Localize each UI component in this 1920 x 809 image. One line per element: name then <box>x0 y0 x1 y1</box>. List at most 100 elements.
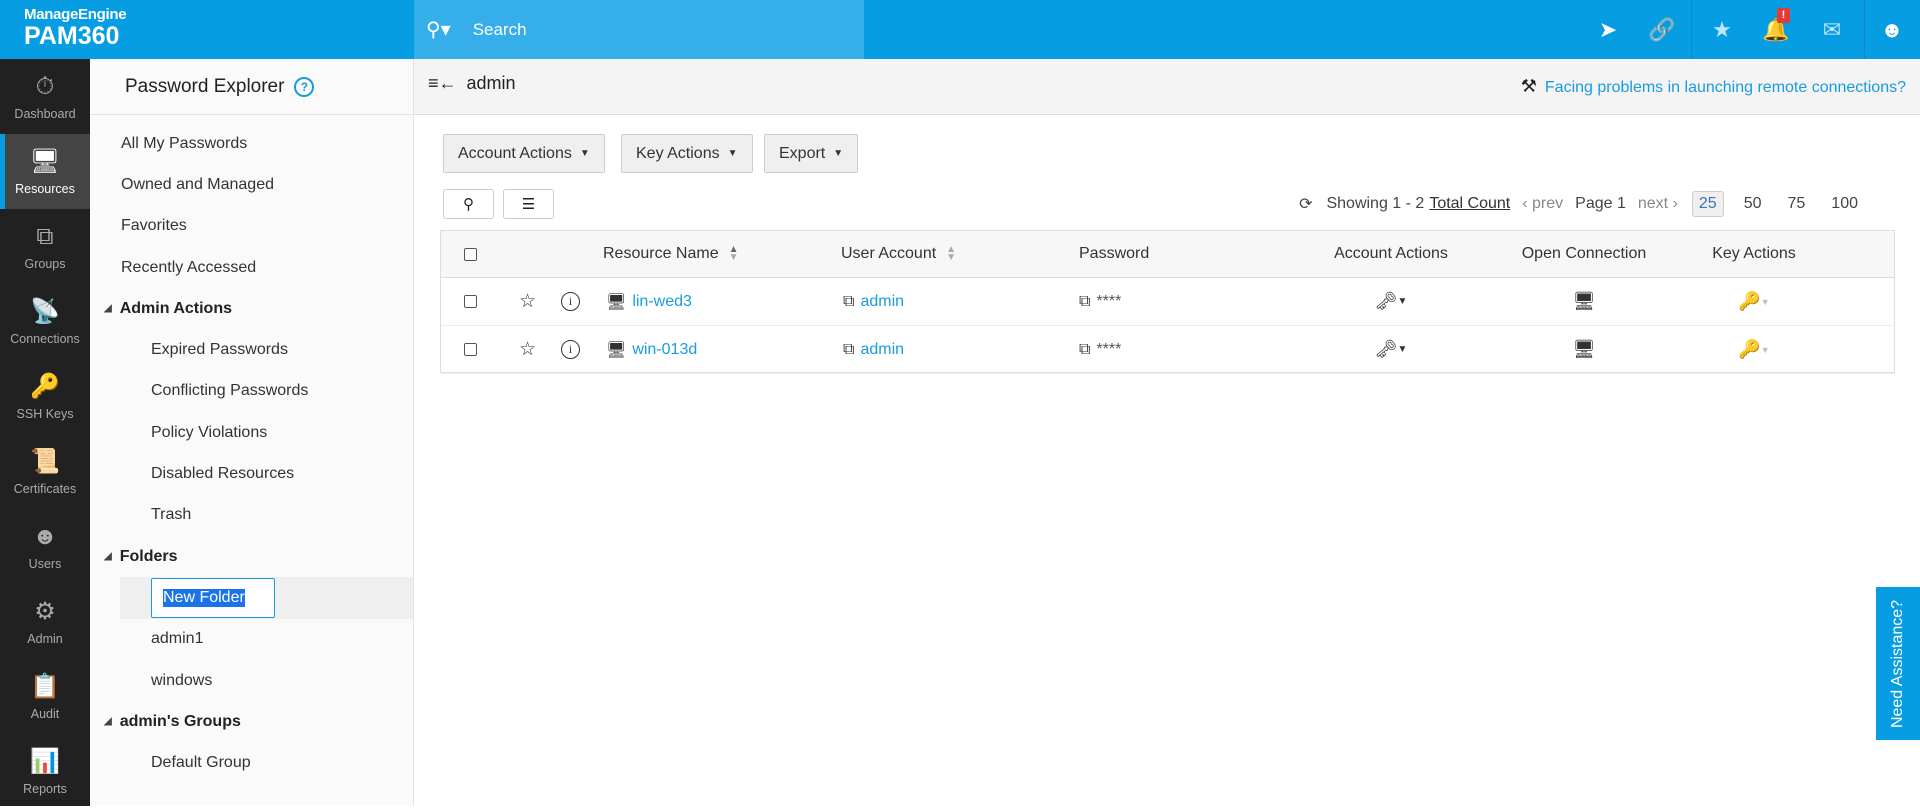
group-default[interactable]: Default Group <box>90 742 413 783</box>
nav-item-groups[interactable]: ⧉ Groups <box>0 209 90 284</box>
explorer-item-recent[interactable]: Recently Accessed <box>90 247 413 288</box>
col-account-actions: Account Actions <box>1334 245 1448 262</box>
column-chooser-button[interactable]: ☰ <box>503 189 554 219</box>
collapse-panel-icon[interactable]: ≡← <box>428 73 457 93</box>
nav-label: Connections <box>10 331 80 346</box>
folder-windows[interactable]: windows <box>90 660 413 701</box>
nav-item-connections[interactable]: 📡 Connections <box>0 284 90 359</box>
account-actions-keys-icon[interactable]: 🗝 ▼ <box>1291 278 1491 325</box>
gear-icon: ⚙ <box>34 597 56 625</box>
search-bar[interactable]: ⚲▾ Search <box>414 0 864 59</box>
monitor-icon: 🖥 <box>606 293 627 311</box>
user-menu-icon[interactable]: ☻ <box>1866 0 1918 59</box>
rocket-icon[interactable]: ➤ <box>1582 0 1634 59</box>
help-link-text[interactable]: Facing problems in launching remote conn… <box>1545 79 1906 96</box>
bar-chart-icon: 📊 <box>30 747 60 775</box>
group-admin-actions[interactable]: ◢ Admin Actions <box>90 288 413 329</box>
sort-icon[interactable]: ▲ ▼ <box>946 245 956 263</box>
tools-icon: ⚒ <box>1520 76 1537 96</box>
info-icon[interactable]: i <box>561 292 580 311</box>
caret-down-icon: ▼ <box>833 148 844 159</box>
refresh-icon[interactable]: ⟳ <box>1299 194 1312 214</box>
new-folder-input[interactable]: New Folder <box>151 577 275 618</box>
page-size-25[interactable]: 25 <box>1691 191 1724 217</box>
group-admins-groups[interactable]: ◢ admin's Groups <box>90 701 413 742</box>
sort-icon[interactable]: ▲ ▼ <box>729 245 739 263</box>
column-label: Resource Name <box>603 245 719 262</box>
search-icon[interactable]: ⚲▾ <box>426 17 451 42</box>
explorer-item-disabled[interactable]: Disabled Resources <box>90 453 413 494</box>
favorite-star-icon[interactable]: ☆ <box>519 278 536 325</box>
explorer-item-all[interactable]: All My Passwords <box>90 123 413 164</box>
export-button[interactable]: Export ▼ <box>764 134 859 173</box>
account-actions-keys-icon[interactable]: 🗝 ▼ <box>1291 326 1491 373</box>
nav-item-certificates[interactable]: 📜 Certificates <box>0 434 90 509</box>
explorer-title: Password Explorer <box>125 75 285 97</box>
collapse-icon[interactable]: ◢ <box>104 303 112 314</box>
resource-link[interactable]: win-013d <box>632 341 697 359</box>
bell-icon[interactable]: 🔔! <box>1750 0 1802 59</box>
folder-admin1[interactable]: admin1 <box>90 619 413 660</box>
page-size-50[interactable]: 50 <box>1738 192 1768 216</box>
total-count-link[interactable]: Total Count <box>1429 195 1510 213</box>
password-explorer: Password Explorer? All My Passwords Owne… <box>90 59 414 806</box>
page-size-75[interactable]: 75 <box>1782 192 1812 216</box>
main-nav: ⏱ Dashboard 🖥 Resources ⧉ Groups 📡 Connections 🔑… <box>0 59 90 806</box>
mail-icon[interactable]: ✉ <box>1806 0 1858 59</box>
selected-text: New Folder <box>163 588 245 607</box>
row-checkbox[interactable] <box>464 343 477 356</box>
nav-item-audit[interactable]: 📋 Audit <box>0 659 90 734</box>
password-masked[interactable]: **** <box>1096 293 1121 311</box>
nav-item-dashboard[interactable]: ⏱ Dashboard <box>0 59 90 134</box>
copy-icon[interactable]: ⧉ <box>1079 341 1090 359</box>
next-button[interactable]: next › <box>1638 195 1678 213</box>
user-icon: ☻ <box>32 522 58 550</box>
prev-button[interactable]: ‹ prev <box>1522 195 1563 213</box>
page-number: Page 1 <box>1575 195 1626 212</box>
password-masked[interactable]: **** <box>1096 341 1121 359</box>
account-link[interactable]: admin <box>860 341 904 359</box>
info-icon[interactable]: i <box>561 340 580 359</box>
col-user-account[interactable]: User Account ▲ ▼ <box>841 231 956 277</box>
favorite-star-icon[interactable]: ☆ <box>519 326 536 373</box>
logo[interactable]: ManageEngine PAM360 <box>24 6 127 51</box>
select-all-checkbox[interactable] <box>464 247 477 261</box>
explorer-item-policy[interactable]: Policy Violations <box>90 412 413 453</box>
account-actions-button[interactable]: Account Actions ▼ <box>443 134 605 173</box>
key-actions-button[interactable]: Key Actions ▼ <box>621 134 753 173</box>
need-assistance-tab[interactable]: Need Assistance? <box>1876 587 1920 740</box>
nav-label: Admin <box>27 631 63 646</box>
explorer-item-favorites[interactable]: Favorites <box>90 206 413 247</box>
resource-link[interactable]: lin-wed3 <box>632 293 692 311</box>
col-resource-name[interactable]: Resource Name ▲ ▼ <box>603 231 739 277</box>
page-size-100[interactable]: 100 <box>1825 192 1864 216</box>
search-input[interactable]: Search <box>473 20 527 40</box>
key-actions-icon: 🔑 ▼ <box>1738 339 1770 359</box>
link-icon[interactable]: 🔗 <box>1636 0 1688 59</box>
user-star-icon[interactable]: ★ <box>1696 0 1748 59</box>
nav-item-ssh-keys[interactable]: 🔑 SSH Keys <box>0 359 90 434</box>
copy-icon[interactable]: ⧉ <box>1079 293 1090 311</box>
nav-item-users[interactable]: ☻ Users <box>0 509 90 584</box>
nav-label: SSH Keys <box>16 406 74 421</box>
account-link[interactable]: admin <box>860 293 904 311</box>
row-checkbox[interactable] <box>464 295 477 308</box>
help-icon[interactable]: ? <box>294 76 315 97</box>
next-label: next <box>1637 195 1669 212</box>
remote-help-link[interactable]: ⚒ Facing problems in launching remote con… <box>1521 76 1906 97</box>
explorer-item-expired[interactable]: Expired Passwords <box>90 329 413 370</box>
explorer-item-owned[interactable]: Owned and Managed <box>90 164 413 205</box>
copy-icon[interactable]: ⧉ <box>843 341 854 359</box>
folder-edit-row: New Folder <box>120 577 413 619</box>
collapse-icon[interactable]: ◢ <box>104 716 112 727</box>
explorer-item-conflicting[interactable]: Conflicting Passwords <box>90 371 413 412</box>
copy-icon[interactable]: ⧉ <box>843 293 854 311</box>
explorer-item-trash[interactable]: Trash <box>90 495 413 536</box>
table-search-button[interactable]: ⚲ <box>443 189 494 219</box>
nav-item-admin[interactable]: ⚙ Admin <box>0 584 90 659</box>
col-password: Password <box>1079 245 1150 262</box>
nav-item-resources[interactable]: 🖥 Resources <box>0 134 90 209</box>
nav-item-reports[interactable]: 📊 Reports <box>0 734 90 809</box>
group-folders[interactable]: ◢ Folders <box>90 536 413 577</box>
collapse-icon[interactable]: ◢ <box>104 551 112 562</box>
